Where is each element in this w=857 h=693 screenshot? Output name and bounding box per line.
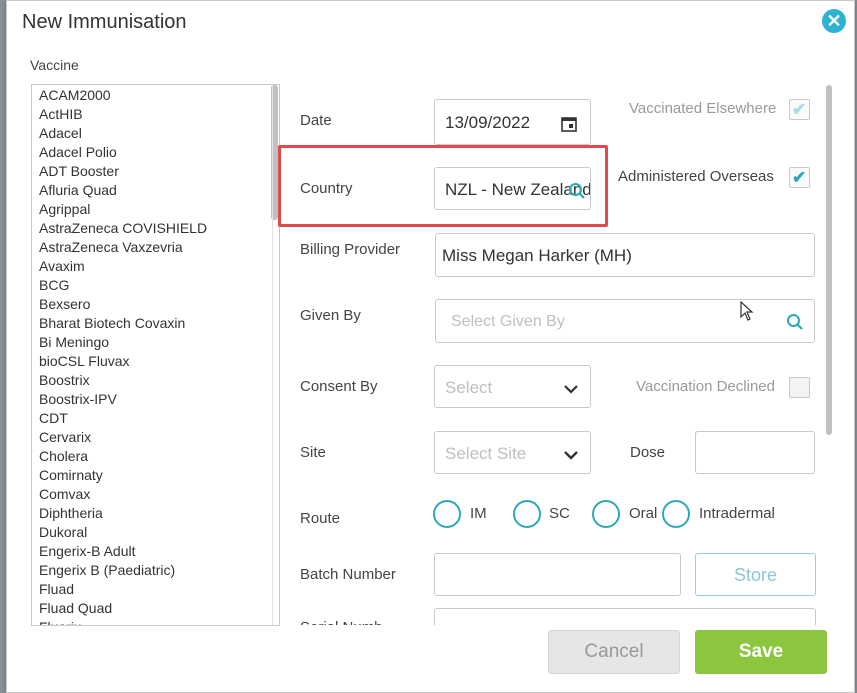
vaccine-list-item[interactable]: Fluad [32, 580, 279, 599]
checkmark-icon: ✔ [792, 168, 807, 187]
billing-provider-field[interactable]: Miss Megan Harker (MH) [435, 233, 815, 277]
billing-provider-value: Miss Megan Harker (MH) [442, 246, 632, 265]
vaccine-list-item[interactable]: AstraZeneca Vaxzevria [32, 238, 279, 257]
vaccine-list-item[interactable]: Comvax [32, 485, 279, 504]
vaccinated-elsewhere-label: Vaccinated Elsewhere [629, 100, 777, 117]
chevron-down-icon [564, 366, 578, 407]
vaccine-list[interactable]: ACAM2000 ActHIB Adacel Adacel Polio ADT Boos… [31, 84, 280, 626]
route-im-label: IM [470, 505, 487, 522]
checkmark-icon: ✔ [792, 100, 807, 119]
route-intradermal-label: Intradermal [699, 505, 775, 522]
vaccine-list-item[interactable]: Boostrix [32, 371, 279, 390]
vaccine-list-item[interactable]: Cholera [32, 447, 279, 466]
serial-number-field[interactable] [434, 608, 816, 625]
consent-by-select[interactable]: Select [434, 365, 591, 408]
vaccine-list-item[interactable]: Engerix-B Adult [32, 542, 279, 561]
given-by-placeholder: Select Given By [451, 313, 565, 330]
route-im-radio[interactable] [433, 500, 461, 528]
vaccine-list-item[interactable]: bioCSL Fluvax [32, 352, 279, 371]
vaccine-list-item[interactable]: Dukoral [32, 523, 279, 542]
vaccine-list-item[interactable]: Fluad Quad [32, 599, 279, 618]
billing-provider-label: Billing Provider [300, 241, 401, 258]
vaccine-label: Vaccine [30, 57, 79, 73]
store-button[interactable]: Store [695, 553, 816, 596]
calendar-icon[interactable] [560, 100, 578, 144]
administered-overseas-label: Administered Overseas [618, 168, 774, 185]
cancel-button[interactable]: Cancel [548, 630, 680, 674]
administered-overseas-checkbox[interactable]: ✔ [789, 167, 810, 188]
route-intradermal-radio[interactable] [662, 500, 690, 528]
vaccine-list-item[interactable]: Engerix B (Paediatric) [32, 561, 279, 580]
search-icon[interactable] [786, 300, 804, 342]
vaccinated-elsewhere-checkbox[interactable]: ✔ [789, 99, 810, 120]
vaccine-list-item[interactable]: Adacel [32, 124, 279, 143]
vaccine-list-item[interactable]: ActHIB [32, 105, 279, 124]
vaccine-list-item[interactable]: ADT Booster [32, 162, 279, 181]
route-oral-label: Oral [629, 505, 658, 522]
consent-by-placeholder: Select [445, 378, 493, 397]
immunisation-form [272, 83, 832, 625]
consent-by-label: Consent By [300, 378, 378, 395]
vaccine-list-item[interactable]: BCG [32, 276, 279, 295]
dose-label: Dose [630, 444, 666, 461]
dose-field[interactable] [695, 431, 815, 474]
vaccine-list-item[interactable]: Diphtheria [32, 504, 279, 523]
dialog-title: New Immunisation [22, 11, 187, 33]
vaccine-list-item[interactable]: Cervarix [32, 428, 279, 447]
country-field[interactable]: NZL - New Zealand [434, 167, 591, 210]
vaccination-declined-checkbox[interactable] [789, 377, 810, 398]
date-field[interactable]: 13/09/2022 [434, 99, 591, 145]
vaccination-declined-label: Vaccination Declined [636, 378, 775, 395]
route-sc-radio[interactable] [513, 500, 541, 528]
date-value: 13/09/2022 [445, 113, 531, 132]
vaccine-list-item[interactable]: Agrippal [32, 200, 279, 219]
search-icon[interactable] [568, 168, 586, 209]
form-scrollbar[interactable] [826, 85, 832, 435]
vaccine-list-item[interactable]: Comirnaty [32, 466, 279, 485]
vaccine-list-item[interactable]: Afluria Quad [32, 181, 279, 200]
vaccine-list-item[interactable]: Bharat Biotech Covaxin [32, 314, 279, 333]
vaccine-list-item[interactable]: AstraZeneca COVISHIELD [32, 219, 279, 238]
save-button[interactable]: Save [695, 630, 827, 674]
vaccine-list-item[interactable]: CDT [32, 409, 279, 428]
site-select[interactable]: Select Site [434, 431, 591, 474]
route-oral-radio[interactable] [592, 500, 620, 528]
batch-number-label: Batch Number [300, 566, 396, 583]
vaccine-list-item[interactable]: Bexsero [32, 295, 279, 314]
vaccine-list-item[interactable]: ACAM2000 [32, 86, 279, 105]
serial-number-label: Serial Numb [300, 619, 383, 625]
given-by-label: Given By [300, 307, 361, 324]
vaccine-list-item[interactable]: Boostrix-IPV [32, 390, 279, 409]
close-icon[interactable]: ✕ [822, 9, 846, 33]
vaccine-list-item[interactable]: Bi Meningo [32, 333, 279, 352]
site-placeholder: Select Site [445, 444, 527, 463]
vaccine-list-item[interactable]: Avaxim [32, 257, 279, 276]
country-label: Country [300, 180, 353, 197]
chevron-down-icon [564, 432, 578, 473]
batch-number-field[interactable] [434, 553, 681, 596]
vaccine-list-item[interactable]: Fluarix [32, 618, 279, 625]
vaccine-list-item[interactable]: Adacel Polio [32, 143, 279, 162]
date-label: Date [300, 112, 332, 129]
mouse-cursor-icon [740, 300, 754, 326]
route-label: Route [300, 510, 341, 527]
route-sc-label: SC [549, 505, 570, 522]
given-by-field[interactable]: Select Given By [435, 299, 815, 343]
site-label: Site [300, 444, 326, 461]
